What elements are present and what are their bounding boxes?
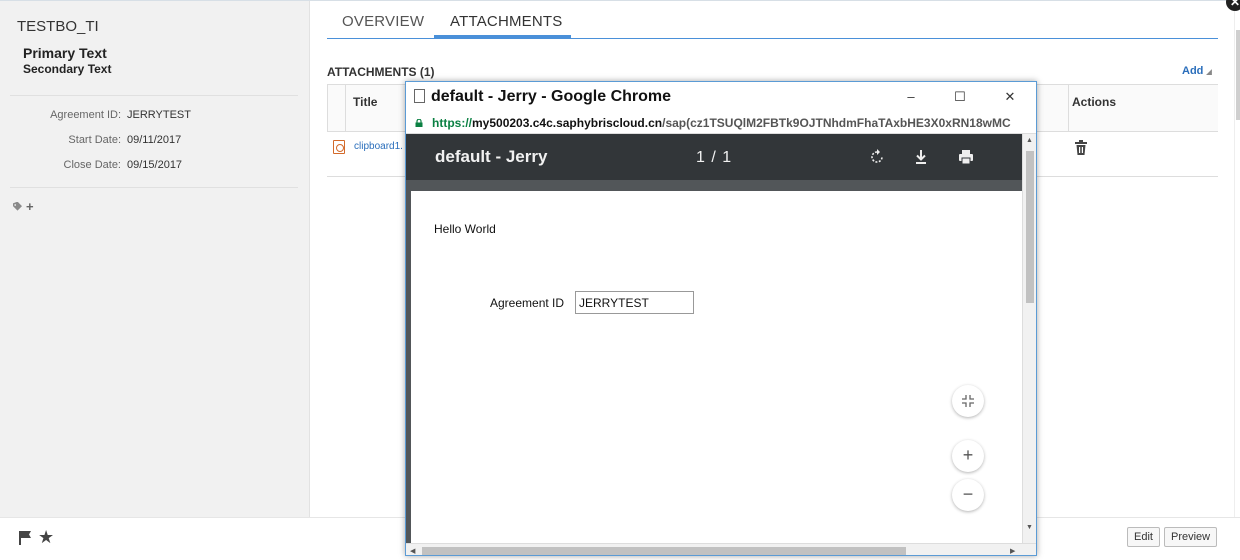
zoom-out-button[interactable]: − [952,479,984,511]
tab-attachments[interactable]: ATTACHMENTS [450,13,562,30]
tag-icon [13,202,23,211]
column-divider [1068,85,1069,131]
page-scrollbar-thumb[interactable] [1236,30,1240,120]
scroll-down-arrow-icon[interactable]: ▼ [1026,524,1033,531]
pdf-hello-text: Hello World [434,222,496,236]
add-label: Add [1182,65,1204,77]
tab-overview[interactable]: OVERVIEW [342,13,424,30]
add-tag-button[interactable]: + [13,199,34,214]
divider [10,95,298,96]
pdf-page-indicator: 1 / 1 [696,149,733,166]
address-bar[interactable]: https://my500203.c4c.saphybriscloud.cn/s… [406,112,1036,134]
pdf-file-icon [333,140,345,154]
url-host: my500203.c4c.saphybriscloud.cn [472,116,663,130]
flag-icon[interactable] [19,531,32,545]
agreement-id-label: Agreement ID: [50,109,121,121]
close-date-label: Close Date: [63,159,121,171]
pdf-horizontal-scrollbar[interactable]: ◀ ▶ [406,543,1036,555]
pdf-document-name: default - Jerry [435,147,548,166]
minimize-button[interactable]: – [899,85,923,109]
lock-icon [415,119,423,127]
column-divider [327,85,328,131]
rotate-icon[interactable] [868,147,886,167]
close-icon[interactable]: ✕ [1226,0,1240,11]
pdf-toolbar: default - Jerry 1 / 1 [406,134,1022,180]
add-attachment-link[interactable]: Add ◢ [1182,65,1212,77]
maximize-button[interactable]: ☐ [948,85,972,109]
pdf-vertical-scrollbar[interactable]: ▲ ▼ [1022,134,1036,543]
object-title: TESTBO_TI [17,18,99,35]
column-actions: Actions [1072,95,1117,109]
divider [10,187,298,188]
window-title: default - Jerry - Google Chrome [431,88,672,105]
attachments-heading: ATTACHMENTS (1) [327,65,435,79]
star-icon[interactable]: ★ [38,527,54,547]
print-icon[interactable] [957,147,975,167]
column-divider [345,85,346,131]
scroll-right-arrow-icon[interactable]: ▶ [1010,547,1015,555]
object-header-panel: TESTBO_TI Primary Text Secondary Text Ag… [0,1,310,517]
scroll-left-arrow-icon[interactable]: ◀ [410,547,415,555]
pdf-viewer: default - Jerry 1 / 1 Hello World Agreem… [406,134,1036,551]
add-tag-plus: + [26,199,34,214]
attachment-title-link[interactable]: clipboard1. [354,141,403,152]
pdf-agreement-id-field[interactable]: JERRYTEST [575,291,694,314]
scroll-up-arrow-icon[interactable]: ▲ [1026,137,1033,144]
page-scrollbar[interactable] [1234,0,1240,517]
pdf-horizontal-scrollbar-thumb[interactable] [422,547,906,555]
agreement-id-value: JERRYTEST [127,109,191,121]
close-date-value: 09/15/2017 [127,159,183,171]
window-titlebar[interactable]: default - Jerry - Google Chrome – ☐ ✕ [406,82,1036,112]
secondary-text: Secondary Text [23,62,112,76]
primary-text: Primary Text [23,45,107,61]
window-close-button[interactable]: ✕ [998,85,1022,109]
fit-page-icon[interactable] [952,385,984,417]
start-date-value: 09/11/2017 [127,134,182,146]
document-icon [414,89,425,103]
trash-icon[interactable] [1074,140,1088,155]
download-icon[interactable] [912,147,930,167]
column-title[interactable]: Title [353,95,377,109]
url-scheme: https:// [432,116,472,130]
pdf-vertical-scrollbar-thumb[interactable] [1026,151,1034,303]
chrome-popup-window[interactable]: default - Jerry - Google Chrome – ☐ ✕ ht… [405,81,1037,556]
edit-button[interactable]: Edit [1127,527,1160,547]
dropdown-corner-icon: ◢ [1206,69,1212,76]
url-text: https://my500203.c4c.saphybriscloud.cn/s… [432,116,1011,130]
pdf-page: Hello World Agreement ID JERRYTEST + − [411,191,1022,551]
preview-button[interactable]: Preview [1164,527,1218,547]
url-path: /sap(cz1TSUQlM2FBTk9OJTNhdmFhaTAxbHE3X0x… [662,116,1011,130]
zoom-in-button[interactable]: + [952,440,984,472]
active-tab-indicator [434,35,571,38]
start-date-label: Start Date: [68,134,121,146]
pdf-agreement-id-label: Agreement ID [490,296,565,310]
